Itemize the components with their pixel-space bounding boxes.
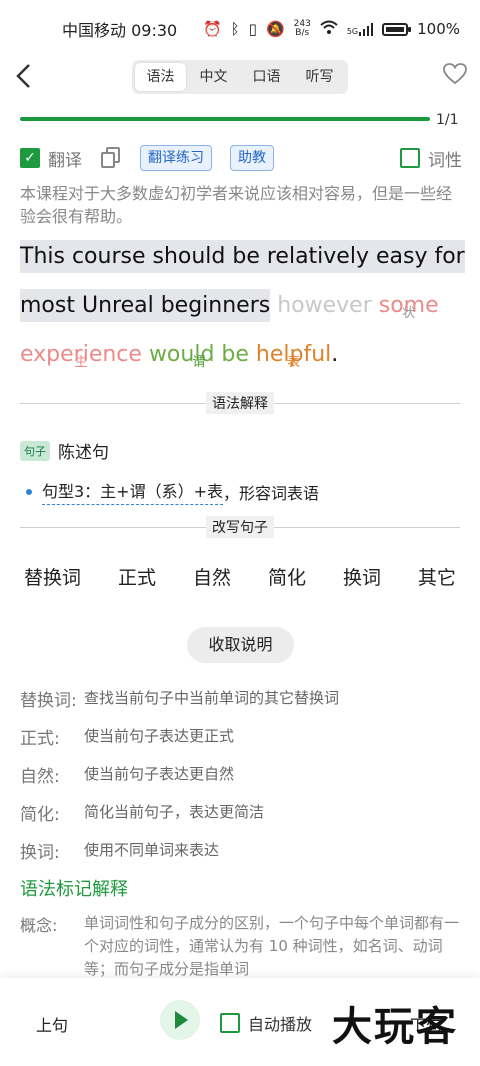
- explain-value: 使用不同单词来表达: [84, 841, 220, 859]
- explain-row: 简化: 简化当前句子，表达更简洁: [20, 800, 460, 825]
- tag-adverbial: 状: [402, 306, 416, 321]
- chinese-translation: 本课程对于大多数虚幻初学者来说应该相对容易，但是一些经验会很有帮助。: [20, 184, 453, 226]
- battery-icon: [382, 22, 412, 36]
- sentence-badge: 句子: [20, 440, 50, 461]
- heart-icon: [443, 63, 467, 85]
- pos-label: 词性: [428, 150, 462, 171]
- rewrite-divider: 改写句子: [20, 516, 460, 538]
- status-bar: 中国移动 09:30 ⏰ ᛒ ▯ 🔕 243 B/s 5G 100%: [0, 0, 480, 58]
- bluetooth-icon: ᛒ: [230, 20, 240, 38]
- sentence-period: .: [331, 342, 339, 367]
- mute-icon: 🔕: [265, 20, 285, 38]
- word-however-text: however: [277, 293, 372, 318]
- net-speed-unit: B/s: [295, 28, 310, 38]
- bullet-icon: [26, 488, 32, 495]
- explain-row: 换词: 使用不同单词来表达: [20, 838, 460, 863]
- alarm-icon: ⏰: [202, 20, 222, 38]
- explain-value: 使当前句子表达更自然: [84, 765, 235, 783]
- tutor-button[interactable]: 助教: [230, 145, 274, 171]
- rewrite-options: 替换词 正式 自然 简化 换词 其它: [20, 563, 460, 590]
- sentence-pattern[interactable]: 句型3：主+谓（系）+表 ，形容词表语: [26, 478, 319, 505]
- explain-value: 查找当前句子中当前单词的其它替换词: [84, 689, 340, 707]
- explain-row: 替换词: 查找当前句子中当前单词的其它替换词: [20, 686, 460, 711]
- explain-key: 正式:: [20, 729, 60, 749]
- mode-tabs: 语法 中文 口语 听写: [132, 60, 348, 94]
- explain-key: 简化:: [20, 805, 60, 825]
- grammar-section-title: 语法解释: [206, 392, 274, 414]
- auto-play-label: 自动播放: [248, 1015, 313, 1034]
- tab-chinese[interactable]: 中文: [188, 63, 239, 91]
- concept-value: 单词词性和句子成分的区别，一个句子中每个单词都有一个对应的词性，通常认为有 10…: [84, 914, 460, 978]
- translate-practice-button[interactable]: 翻译练习: [140, 145, 212, 171]
- copy-icon[interactable]: [100, 147, 122, 169]
- word-experience[interactable]: experience 主: [20, 330, 142, 379]
- previous-sentence-button[interactable]: 上句: [36, 1012, 68, 1036]
- pos-checkbox[interactable]: [400, 148, 420, 168]
- explain-key: 自然:: [20, 767, 60, 787]
- translate-checkbox[interactable]: ✓: [20, 148, 40, 168]
- wifi-icon: [320, 20, 338, 38]
- battery-percent: 100%: [417, 20, 460, 38]
- tag-predicate: 谓: [192, 355, 206, 370]
- tag-subject: 主: [74, 355, 88, 370]
- sentence-type: 陈述句: [58, 443, 109, 463]
- word-some[interactable]: some 状: [379, 281, 439, 330]
- tag-complement: 表: [287, 355, 301, 370]
- sentence-toolbar: ✓ 翻译 翻译练习 助教 词性: [20, 144, 462, 172]
- rewrite-simplify[interactable]: 简化: [264, 563, 310, 590]
- carrier-time: 中国移动 09:30: [62, 21, 178, 40]
- pos-toggle[interactable]: 词性: [400, 146, 462, 171]
- word-however[interactable]: however: [277, 281, 372, 330]
- chevron-left-icon: [16, 64, 30, 88]
- sentence-type-row: 句子 陈述句: [20, 438, 109, 463]
- tab-grammar[interactable]: 语法: [135, 63, 186, 91]
- favorite-button[interactable]: [442, 62, 470, 90]
- auto-play-toggle[interactable]: 自动播放: [220, 1011, 312, 1035]
- tab-speaking[interactable]: 口语: [241, 63, 292, 91]
- explain-key: 换词:: [20, 843, 60, 863]
- rewrite-reword[interactable]: 换词: [339, 563, 385, 590]
- nav-bar: 语法 中文 口语 听写: [0, 58, 480, 98]
- signal-label: 5G: [346, 26, 359, 36]
- watermark-logo: 大玩客: [332, 1004, 458, 1050]
- status-icons: ⏰ ᛒ ▯ 🔕 243 B/s 5G 100%: [202, 20, 460, 39]
- explain-row: 自然: 使当前句子表达更自然: [20, 762, 460, 787]
- grammar-divider: 语法解释: [20, 392, 460, 414]
- back-button[interactable]: [14, 62, 44, 94]
- explain-key: 替换词:: [20, 691, 77, 711]
- rewrite-natural[interactable]: 自然: [189, 563, 235, 590]
- rewrite-formal[interactable]: 正式: [114, 563, 160, 590]
- collapse-explanation-button[interactable]: 收取说明: [187, 627, 294, 663]
- concept-row: 概念: 单词词性和句子成分的区别，一个句子中每个单词都有一个对应的词性，通常认为…: [20, 912, 465, 978]
- pattern-link[interactable]: 句型3：主+谓（系）+表: [42, 478, 223, 505]
- vibrate-icon: ▯: [248, 20, 257, 38]
- mark-section-title: 语法标记解释: [20, 879, 128, 900]
- progress-bar: [20, 117, 430, 121]
- explain-value: 使当前句子表达更正式: [84, 727, 235, 745]
- explain-row: 正式: 使当前句子表达更正式: [20, 724, 460, 749]
- rewrite-synonym[interactable]: 替换词: [20, 563, 85, 590]
- word-would-be[interactable]: would be 谓: [149, 330, 249, 379]
- translate-label: 翻译: [48, 150, 82, 171]
- play-button[interactable]: [160, 1000, 200, 1040]
- word-helpful[interactable]: helpful 表: [256, 330, 331, 379]
- progress-text: 1/1: [436, 112, 459, 128]
- pattern-rest: ，形容词表语: [223, 483, 320, 503]
- concept-key: 概念:: [20, 916, 58, 935]
- bottom-bar: 上句 自动播放 下句 大玩客: [0, 978, 480, 1066]
- auto-play-checkbox[interactable]: [220, 1013, 240, 1033]
- rewrite-other[interactable]: 其它: [414, 563, 460, 590]
- signal-icon: 5G: [346, 22, 374, 36]
- net-speed: 243 B/s: [294, 20, 311, 38]
- rewrite-section-title: 改写句子: [206, 516, 274, 538]
- explain-value: 简化当前句子，表达更简洁: [84, 803, 265, 821]
- tab-dictation[interactable]: 听写: [294, 63, 345, 91]
- english-sentence: This course should be relatively easy fo…: [20, 232, 465, 379]
